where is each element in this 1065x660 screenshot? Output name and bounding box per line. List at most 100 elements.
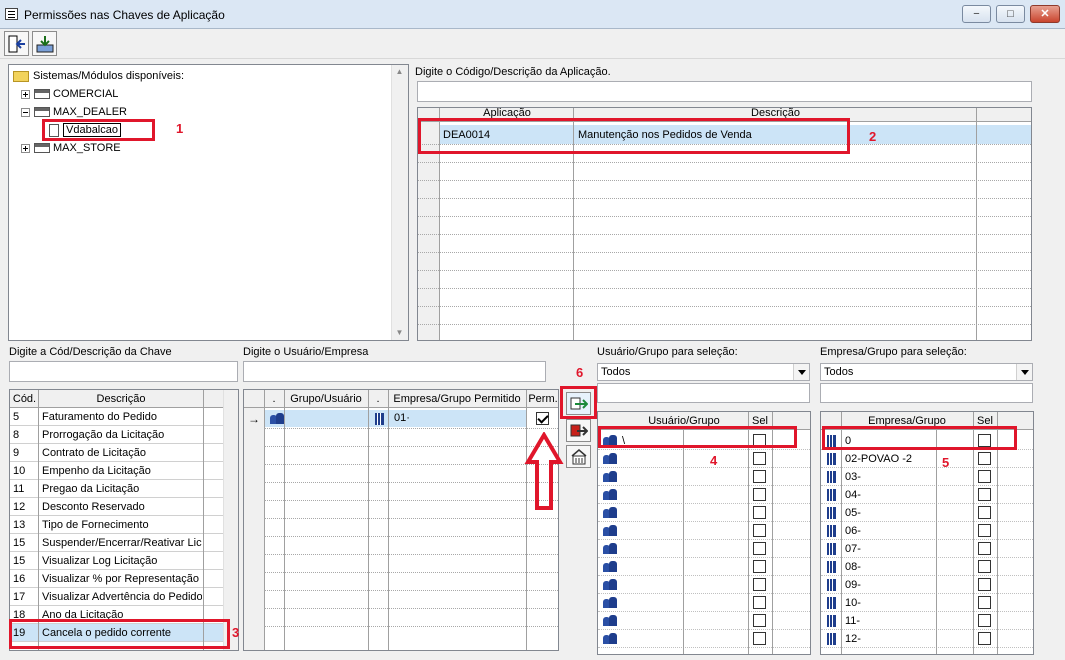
user-sel-checkbox[interactable] bbox=[753, 578, 766, 591]
key-row[interactable]: 11 Pregao da Licitação bbox=[10, 480, 223, 498]
user-select-row[interactable] bbox=[598, 504, 810, 522]
tree-item-comercial[interactable]: COMERCIAL bbox=[21, 85, 118, 103]
user-select-row[interactable] bbox=[598, 576, 810, 594]
user-sel-checkbox[interactable] bbox=[753, 596, 766, 609]
expand-icon[interactable] bbox=[21, 143, 30, 153]
emp-sel-checkbox[interactable] bbox=[978, 488, 991, 501]
annotation-number-4: 4 bbox=[710, 453, 718, 468]
user-sel-checkbox[interactable] bbox=[753, 506, 766, 519]
chevron-down-icon[interactable] bbox=[793, 364, 809, 380]
user-select-search[interactable] bbox=[597, 383, 810, 403]
emp-select-search[interactable] bbox=[820, 383, 1033, 403]
emp-sel-checkbox[interactable] bbox=[978, 632, 991, 645]
scroll-up-icon[interactable]: ▲ bbox=[394, 67, 405, 77]
col-cod[interactable]: Cód. bbox=[10, 390, 39, 408]
user-sel-checkbox[interactable] bbox=[753, 524, 766, 537]
user-sel-checkbox[interactable] bbox=[753, 614, 766, 627]
emp-select-row[interactable]: 11- bbox=[821, 612, 1033, 630]
emp-filter-dropdown[interactable]: Todos bbox=[820, 363, 1033, 381]
user-search-input[interactable] bbox=[243, 361, 546, 382]
key-row[interactable]: 13 Tipo de Fornecimento bbox=[10, 516, 223, 534]
company-permission-button[interactable] bbox=[566, 445, 591, 468]
scroll-down-icon[interactable]: ▼ bbox=[394, 328, 405, 338]
user-group-icon bbox=[270, 413, 285, 425]
emp-select-row[interactable]: 06- bbox=[821, 522, 1033, 540]
maximize-button[interactable]: □ bbox=[996, 5, 1025, 23]
remove-permission-button[interactable] bbox=[566, 419, 591, 442]
emp-sel-checkbox[interactable] bbox=[978, 614, 991, 627]
row-indicator-column bbox=[418, 122, 439, 340]
chevron-down-icon[interactable] bbox=[1016, 364, 1032, 380]
key-row[interactable]: 10 Empenho da Licitação bbox=[10, 462, 223, 480]
perm-checkbox[interactable] bbox=[536, 412, 549, 425]
col-empresa-grupo-permitido[interactable]: Empresa/Grupo Permitido bbox=[388, 390, 526, 408]
emp-sel-checkbox[interactable] bbox=[978, 578, 991, 591]
user-sel-checkbox[interactable] bbox=[753, 560, 766, 573]
emp-select-row[interactable]: 10- bbox=[821, 594, 1033, 612]
tree-item-max-store[interactable]: MAX_STORE bbox=[21, 139, 121, 157]
exit-button[interactable] bbox=[4, 31, 29, 56]
emp-select-row[interactable]: 03- bbox=[821, 468, 1033, 486]
user-select-row[interactable] bbox=[598, 450, 810, 468]
user-group-icon bbox=[603, 597, 618, 609]
col-key-desc[interactable]: Descrição bbox=[39, 390, 203, 408]
col-grupo-usuario[interactable]: Grupo/Usuário bbox=[284, 390, 368, 408]
emp-select-row[interactable]: 09- bbox=[821, 576, 1033, 594]
save-button[interactable] bbox=[32, 31, 57, 56]
emp-select-row[interactable]: 02-POVAO -2 bbox=[821, 450, 1033, 468]
close-button[interactable]: ✕ bbox=[1030, 5, 1060, 23]
remove-arrow-icon bbox=[570, 424, 588, 437]
key-search-input[interactable] bbox=[9, 361, 238, 382]
key-row[interactable]: 8 Prorrogação da Licitação bbox=[10, 426, 223, 444]
user-select-row[interactable] bbox=[598, 522, 810, 540]
user-sel-checkbox[interactable] bbox=[753, 470, 766, 483]
emp-sel-checkbox[interactable] bbox=[978, 452, 991, 465]
key-row[interactable]: 16 Visualizar % por Representação F bbox=[10, 570, 223, 588]
col-perm[interactable]: Perm. bbox=[526, 390, 558, 408]
key-grid-header: Cód. Descrição bbox=[10, 390, 223, 408]
key-row[interactable]: 17 Visualizar Advertência do Pedido bbox=[10, 588, 223, 606]
emp-sel-checkbox[interactable] bbox=[978, 470, 991, 483]
user-select-row[interactable] bbox=[598, 486, 810, 504]
grid-line bbox=[418, 162, 1031, 163]
user-select-row[interactable] bbox=[598, 540, 810, 558]
company-icon bbox=[827, 597, 836, 609]
key-row[interactable]: 9 Contrato de Licitação bbox=[10, 444, 223, 462]
key-desc: Faturamento do Pedido bbox=[42, 411, 157, 423]
key-row[interactable]: 15 Visualizar Log Licitação bbox=[10, 552, 223, 570]
emp-sel-checkbox[interactable] bbox=[978, 596, 991, 609]
emp-sel-checkbox[interactable] bbox=[978, 524, 991, 537]
emp-sel-checkbox[interactable] bbox=[978, 542, 991, 555]
emp-select-row[interactable]: 05- bbox=[821, 504, 1033, 522]
user-filter-dropdown[interactable]: Todos bbox=[597, 363, 810, 381]
emp-select-row[interactable]: 04- bbox=[821, 486, 1033, 504]
user-select-row[interactable] bbox=[598, 630, 810, 648]
annotation-number-5: 5 bbox=[942, 455, 950, 470]
key-row[interactable]: 5 Faturamento do Pedido bbox=[10, 408, 223, 426]
user-sel-checkbox[interactable] bbox=[753, 452, 766, 465]
minimize-button[interactable]: − bbox=[962, 5, 991, 23]
emp-select-row[interactable]: 07- bbox=[821, 540, 1033, 558]
key-row[interactable]: 12 Desconto Reservado bbox=[10, 498, 223, 516]
emp-select-row[interactable]: 08- bbox=[821, 558, 1033, 576]
emp-select-label: Empresa/Grupo para seleção: bbox=[820, 346, 967, 358]
user-select-row[interactable] bbox=[598, 612, 810, 630]
user-sel-checkbox[interactable] bbox=[753, 632, 766, 645]
user-select-row[interactable] bbox=[598, 558, 810, 576]
collapse-icon[interactable] bbox=[21, 107, 30, 117]
key-desc: Empenho da Licitação bbox=[42, 465, 151, 477]
user-select-row[interactable] bbox=[598, 468, 810, 486]
toolbar bbox=[0, 29, 1065, 59]
key-row[interactable]: 15 Suspender/Encerrar/Reativar Lic bbox=[10, 534, 223, 552]
user-select-row[interactable] bbox=[598, 594, 810, 612]
emp-select-row[interactable]: 12- bbox=[821, 630, 1033, 648]
user-sel-checkbox[interactable] bbox=[753, 542, 766, 555]
user-sel-checkbox[interactable] bbox=[753, 488, 766, 501]
emp-sel-checkbox[interactable] bbox=[978, 560, 991, 573]
tree-scrollbar[interactable]: ▲ ▼ bbox=[391, 65, 408, 340]
app-search-input[interactable] bbox=[417, 81, 1032, 102]
emp-sel-checkbox[interactable] bbox=[978, 506, 991, 519]
expand-icon[interactable] bbox=[21, 89, 30, 99]
emp-name: 08- bbox=[845, 561, 861, 573]
key-grid-scrollbar[interactable] bbox=[223, 390, 238, 650]
